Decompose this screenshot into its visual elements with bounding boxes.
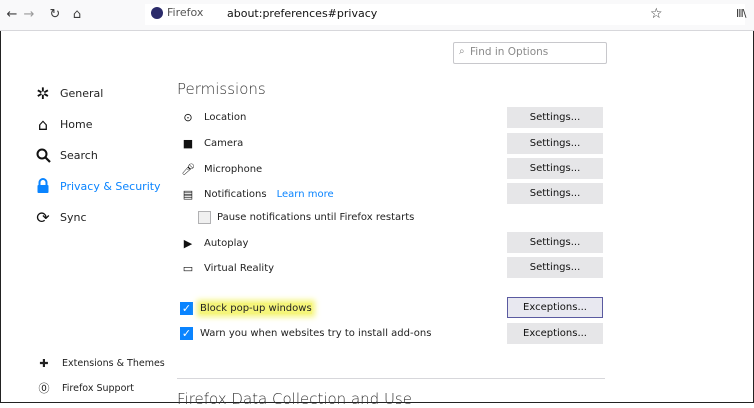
camera-icon: ■ xyxy=(182,137,194,150)
search-input[interactable]: ⌕ Find in Options xyxy=(453,42,607,64)
sidebar-item-label: Home xyxy=(60,117,93,131)
block-popups-label: Block pop-up windows xyxy=(200,303,312,314)
microphone-settings-button[interactable]: Settings... xyxy=(507,158,603,179)
permission-label: Virtual Reality xyxy=(204,263,275,274)
location-settings-button[interactable]: Settings... xyxy=(507,107,603,128)
browser-toolbar: ← → ↻ ⌂ Firefox about:preferences#privac… xyxy=(0,0,754,31)
permission-label: Location xyxy=(204,112,247,123)
sidebar-item-label: General xyxy=(60,86,104,100)
sidebar-item-label: Privacy & Security xyxy=(60,179,161,193)
sync-icon: ⟳ xyxy=(36,207,50,227)
warn-addons-exceptions-button[interactable]: Exceptions... xyxy=(507,323,603,344)
home-icon: ⌂ xyxy=(37,114,49,134)
sidebar-item-search[interactable]: Search xyxy=(34,146,98,164)
reload-icon[interactable]: ↻ xyxy=(46,5,64,23)
puzzle-icon: ✚ xyxy=(39,357,49,370)
block-popups-label-wrap: Block pop-up windows xyxy=(200,303,312,314)
permission-location: ⊙ Location xyxy=(180,111,246,124)
permissions-heading: Permissions xyxy=(177,80,266,98)
permission-label: Microphone xyxy=(204,164,263,175)
location-icon: ⊙ xyxy=(183,111,193,124)
vr-headset-icon: ▭ xyxy=(182,262,194,275)
sidebar-footer-extensions-themes[interactable]: ✚ Extensions & Themes xyxy=(38,357,165,370)
bookmark-star-icon[interactable]: ☆ xyxy=(650,6,663,22)
footer-label: Firefox Support xyxy=(62,382,135,394)
permission-autoplay: ▶ Autoplay xyxy=(180,237,249,250)
help-icon: ⓪ xyxy=(38,382,50,395)
autoplay-icon: ▶ xyxy=(183,237,193,250)
browser-frame xyxy=(0,0,754,403)
gear-icon: ✲ xyxy=(36,83,50,103)
url-text[interactable]: about:preferences#privacy xyxy=(227,7,377,20)
firefox-logo-icon xyxy=(151,6,163,19)
permission-label: Notifications xyxy=(204,189,267,200)
section-divider xyxy=(177,378,605,379)
notifications-icon: ▤ xyxy=(182,188,194,201)
pause-notifications-checkbox[interactable] xyxy=(198,211,211,224)
warn-addons-checkbox[interactable]: ✓ xyxy=(180,327,193,340)
lock-icon xyxy=(34,177,52,195)
block-popups-exceptions-button[interactable]: Exceptions... xyxy=(507,297,603,318)
pause-notifications-label: Pause notifications until Firefox restar… xyxy=(217,212,415,223)
identity-box[interactable]: Firefox xyxy=(151,6,203,19)
data-collection-heading: Firefox Data Collection and Use xyxy=(177,390,412,408)
sidebar-item-privacy-security[interactable]: Privacy & Security xyxy=(34,177,161,195)
permission-notifications: ▤ Notifications Learn more xyxy=(180,188,334,201)
sidebar-item-label: Sync xyxy=(60,210,87,224)
search-icon xyxy=(34,146,52,164)
permission-label: Autoplay xyxy=(204,238,249,249)
sidebar-item-sync[interactable]: ⟳ Sync xyxy=(34,207,87,227)
camera-settings-button[interactable]: Settings... xyxy=(507,133,603,154)
learn-more-link[interactable]: Learn more xyxy=(277,189,334,200)
forward-icon[interactable]: → xyxy=(20,5,38,23)
permission-microphone: 🎤︎ Microphone xyxy=(180,163,262,176)
permission-label: Camera xyxy=(204,138,244,149)
home-icon[interactable]: ⌂ xyxy=(68,5,86,23)
back-icon[interactable]: ← xyxy=(3,5,21,23)
library-icon[interactable]: III\ xyxy=(736,7,747,20)
warn-addons-label: Warn you when websites try to install ad… xyxy=(200,328,432,339)
permission-virtual-reality: ▭ Virtual Reality xyxy=(180,262,274,275)
permission-camera: ■ Camera xyxy=(180,137,243,150)
search-placeholder: Find in Options xyxy=(470,46,549,58)
virtual-reality-settings-button[interactable]: Settings... xyxy=(507,257,603,278)
sidebar-item-label: Search xyxy=(60,148,98,162)
sidebar-item-home[interactable]: ⌂ Home xyxy=(34,114,93,134)
sidebar-item-general[interactable]: ✲ General xyxy=(34,83,104,103)
sidebar-footer-firefox-support[interactable]: ⓪ Firefox Support xyxy=(38,380,135,396)
block-popups-checkbox[interactable]: ✓ xyxy=(180,302,193,315)
footer-label: Extensions & Themes xyxy=(62,358,165,369)
identity-label: Firefox xyxy=(167,6,204,19)
search-icon: ⌕ xyxy=(459,46,465,57)
autoplay-settings-button[interactable]: Settings... xyxy=(507,232,603,253)
microphone-icon: 🎤︎ xyxy=(181,163,195,176)
notifications-settings-button[interactable]: Settings... xyxy=(507,183,603,204)
